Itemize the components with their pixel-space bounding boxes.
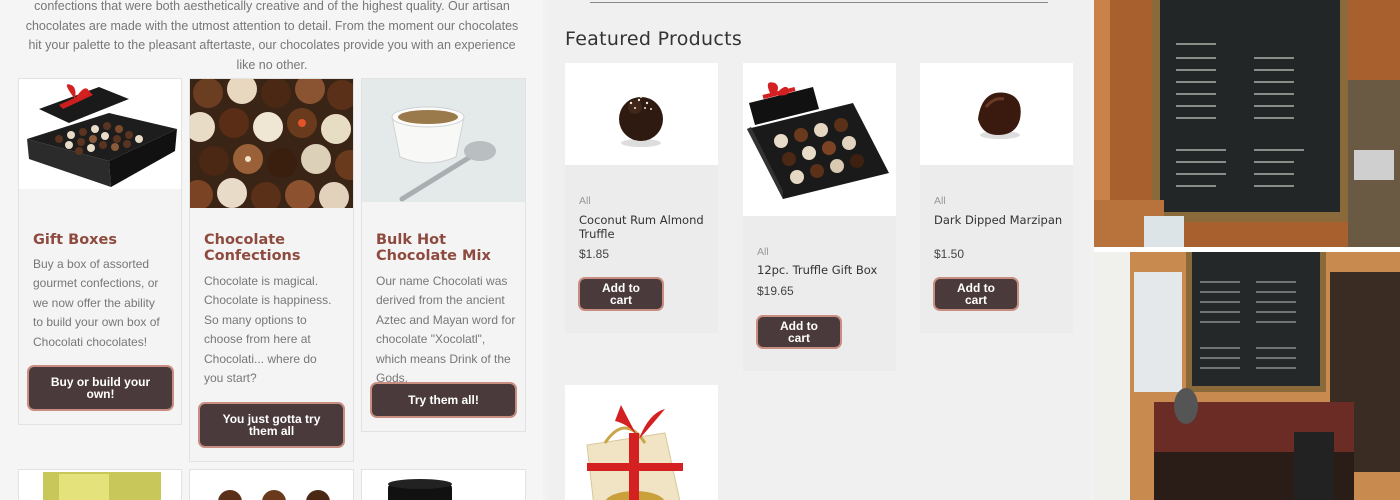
hot-chocolate-mix-image[interactable] xyxy=(362,79,525,202)
category-card-chocolate-confections: Chocolate Confections Chocolate is magic… xyxy=(189,78,354,462)
add-to-cart-button[interactable]: Add to cart xyxy=(935,279,1017,309)
chocolate-confections-image[interactable] xyxy=(190,79,353,208)
category-card-row2-1 xyxy=(18,469,182,500)
product-card-partial xyxy=(565,385,718,500)
product-image[interactable] xyxy=(565,385,718,500)
category-title[interactable]: Gift Boxes xyxy=(33,232,173,248)
category-card-hot-chocolate-mix: Bulk Hot Chocolate Mix Our name Chocolat… xyxy=(361,78,526,432)
featured-products-heading: Featured Products xyxy=(565,28,743,50)
try-them-all-mix-button[interactable]: Try them all! xyxy=(372,384,515,416)
product-category[interactable]: All xyxy=(934,195,946,207)
category-description: Our name Chocolati was derived from the … xyxy=(376,274,516,386)
product-image[interactable] xyxy=(565,63,718,165)
gift-box-image[interactable] xyxy=(19,79,181,189)
divider xyxy=(590,2,1048,3)
category-card-row2-3 xyxy=(361,469,526,500)
store-counter-photo xyxy=(1094,252,1400,500)
category-title[interactable]: Bulk Hot Chocolate Mix xyxy=(376,232,526,264)
product-image[interactable] xyxy=(920,63,1073,165)
add-to-cart-button[interactable]: Add to cart xyxy=(758,317,840,347)
featured-products-section: Featured Products All Coconut Rum Almond… xyxy=(548,0,1090,500)
category-description: Chocolate is magical. Chocolate is happi… xyxy=(204,274,332,386)
product-category[interactable]: All xyxy=(757,246,769,258)
intro-text: confections that were both aesthetically… xyxy=(25,0,519,72)
product-card-dark-dipped-marzipan: All Dark Dipped Marzipan $1.50 Add to ca… xyxy=(920,63,1073,333)
product-name[interactable]: 12pc. Truffle Gift Box xyxy=(757,263,887,278)
candy-image[interactable] xyxy=(19,470,183,500)
mug-image[interactable] xyxy=(362,470,527,500)
try-them-all-button[interactable]: You just gotta try them all xyxy=(200,404,343,446)
add-to-cart-button[interactable]: Add to cart xyxy=(580,279,662,309)
menu-board-photo xyxy=(1094,0,1400,247)
category-card-row2-2 xyxy=(189,469,354,500)
product-card-coconut-rum: All Coconut Rum Almond Truffle $1.85 Add… xyxy=(565,63,718,333)
product-category[interactable]: All xyxy=(579,195,591,207)
store-photos xyxy=(1094,0,1400,500)
category-title[interactable]: Chocolate Confections xyxy=(204,232,344,264)
product-price: $1.85 xyxy=(579,247,610,261)
product-card-truffle-gift-box: All 12pc. Truffle Gift Box $19.65 Add to… xyxy=(743,63,896,371)
product-name[interactable]: Coconut Rum Almond Truffle xyxy=(579,213,709,241)
category-card-gift-boxes: Gift Boxes Buy a box of assorted gourmet… xyxy=(18,78,182,425)
product-image[interactable] xyxy=(743,63,896,216)
category-description: Buy a box of assorted gourmet confection… xyxy=(33,257,160,349)
categories-section: confections that were both aesthetically… xyxy=(0,0,543,500)
truffles-image[interactable] xyxy=(190,470,355,500)
buy-or-build-button[interactable]: Buy or build your own! xyxy=(29,367,172,409)
product-price: $1.50 xyxy=(934,247,965,261)
product-name[interactable]: Dark Dipped Marzipan xyxy=(934,213,1064,228)
product-price: $19.65 xyxy=(757,284,794,298)
